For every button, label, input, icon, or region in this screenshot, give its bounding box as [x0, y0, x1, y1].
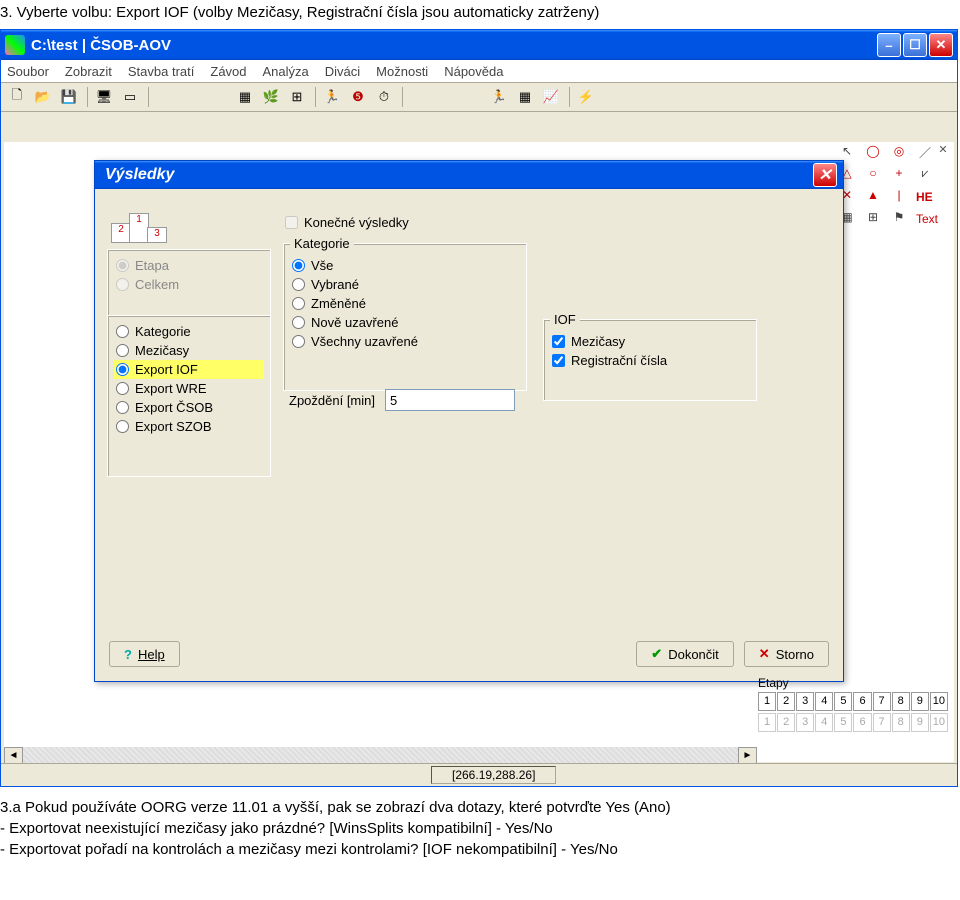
table-icon[interactable]: ⊞: [285, 85, 309, 109]
runner-icon[interactable]: 🏃: [320, 85, 344, 109]
menu-stavba-trati[interactable]: Stavba tratí: [128, 64, 194, 79]
radio-vsechny-uzavrene[interactable]: Všechny uzavřené: [290, 332, 520, 351]
etapy-label: Etapy: [758, 676, 948, 690]
window-title: C:\test | ČSOB-AOV: [31, 37, 877, 54]
win-close-button[interactable]: ✕: [929, 33, 953, 57]
open-icon[interactable]: 📂: [31, 85, 55, 109]
radio-celkem: Celkem: [114, 275, 264, 294]
etapy-panel: Etapy 12345678910 12345678910: [758, 676, 948, 732]
etapy-row-disabled: 12345678910: [758, 713, 948, 732]
instruction-top: 3. Vyberte volbu: Export IOF (volby Mezi…: [0, 4, 960, 21]
save-icon[interactable]: 💾: [57, 85, 81, 109]
line-tool-icon[interactable]: ／: [916, 144, 934, 162]
kategorie-group: Kategorie Vše Vybrané Změněné Nově uzavř…: [283, 243, 527, 391]
circle-outline-icon[interactable]: ◯: [864, 144, 882, 162]
tree-icon[interactable]: 🌿: [259, 85, 283, 109]
zpozdeni-label: Zpoždění [min]: [289, 393, 375, 408]
grid2-icon[interactable]: ▦: [513, 85, 537, 109]
radio-kategorie[interactable]: Kategorie: [114, 322, 264, 341]
menu-divaci[interactable]: Diváci: [325, 64, 360, 79]
triangle2-icon[interactable]: ▲: [864, 188, 882, 206]
radio-etapa: Etapa: [114, 256, 264, 275]
check-mezicasy[interactable]: Mezičasy: [550, 332, 750, 351]
check-reg-cisla[interactable]: Registrační čísla: [550, 351, 750, 370]
poly-tool-icon[interactable]: ⩗: [916, 166, 934, 184]
he-label: HE: [916, 190, 933, 204]
output-group: Kategorie Mezičasy Export IOF Export WRE…: [107, 315, 271, 477]
vysledky-dialog: Výsledky ✕ 213 Konečné výsledky Etapa Ce…: [94, 160, 844, 682]
grid-icon[interactable]: ▦: [233, 85, 257, 109]
maximize-button[interactable]: ☐: [903, 33, 927, 57]
radio-nove-uzavrene[interactable]: Nově uzavřené: [290, 313, 520, 332]
status-coords: [266.19,288.26]: [431, 766, 556, 784]
dokoncit-button[interactable]: ✔Dokončit: [636, 641, 733, 667]
iof-group: IOF Mezičasy Registrační čísla: [543, 319, 757, 401]
zpozdeni-row: Zpoždění [min]: [289, 389, 515, 411]
scope-group: Etapa Celkem: [107, 249, 271, 319]
app-icon: [5, 35, 25, 55]
titlebar: C:\test | ČSOB-AOV – ☐ ✕: [1, 30, 957, 60]
dialog-title: Výsledky: [105, 166, 174, 184]
dialog-titlebar: Výsledky ✕: [95, 161, 843, 189]
radio-mezicasy[interactable]: Mezičasy: [114, 341, 264, 360]
radio-export-wre[interactable]: Export WRE: [114, 379, 264, 398]
radio-export-iof[interactable]: Export IOF: [114, 360, 264, 379]
radio-vse[interactable]: Vše: [290, 256, 520, 275]
radio-zmenene[interactable]: Změněné: [290, 294, 520, 313]
bar-icon[interactable]: |: [890, 188, 908, 206]
statusbar: [266.19,288.26]: [1, 763, 957, 786]
menubar: Soubor Zobrazit Stavba tratí Závod Analý…: [1, 60, 957, 83]
etapy-row-active[interactable]: 12345678910: [758, 692, 948, 711]
toolbar-2: [1, 112, 957, 114]
storno-button[interactable]: ✕Storno: [744, 641, 829, 667]
radio-export-csob[interactable]: Export ČSOB: [114, 398, 264, 417]
right-tool-panel: ↖◯◎／ △○+⩗ ✕▲|HE ▦⊞⚑Text: [834, 142, 954, 230]
horizontal-scrollbar[interactable]: ◄ ►: [4, 747, 757, 764]
text-tool-label[interactable]: Text: [916, 212, 938, 226]
toolbar-1: 🗋 📂 💾 🖥 ▭ ▦ 🌿 ⊞ 🏃 ❺ ⏱ 🏃 ▦ 📈 ⚡: [1, 83, 957, 112]
numbers-icon[interactable]: ❺: [346, 85, 370, 109]
plus-icon[interactable]: +: [890, 166, 908, 184]
menu-zobrazit[interactable]: Zobrazit: [65, 64, 112, 79]
help-button[interactable]: ?Help: [109, 641, 180, 667]
kategorie-legend: Kategorie: [290, 236, 354, 251]
menu-analyza[interactable]: Analýza: [263, 64, 309, 79]
konecne-vysledky-checkbox[interactable]: Konečné výsledky: [283, 213, 409, 232]
blank-icon[interactable]: ▭: [118, 85, 142, 109]
flag-icon[interactable]: ⚑: [890, 210, 908, 228]
zpozdeni-input[interactable]: [385, 389, 515, 411]
app-window: C:\test | ČSOB-AOV – ☐ ✕ Soubor Zobrazit…: [0, 29, 958, 787]
circle2-icon[interactable]: ○: [864, 166, 882, 184]
menu-napoveda[interactable]: Nápověda: [444, 64, 503, 79]
radio-export-szob[interactable]: Export SZOB: [114, 417, 264, 436]
runner2-icon[interactable]: 🏃: [487, 85, 511, 109]
minimize-button[interactable]: –: [877, 33, 901, 57]
dialog-close-button[interactable]: ✕: [813, 163, 837, 187]
new-icon[interactable]: 🗋: [5, 85, 29, 109]
instruction-bottom: 3.a Pokud používáte OORG verze 11.01 a v…: [0, 797, 960, 860]
grid3-icon[interactable]: ⊞: [864, 210, 882, 228]
chart-icon[interactable]: 📈: [539, 85, 563, 109]
workspace: ✕ ↖◯◎／ △○+⩗ ✕▲|HE ▦⊞⚑Text vodníků p. % K…: [4, 142, 954, 762]
radio-vybrane[interactable]: Vybrané: [290, 275, 520, 294]
screen-icon[interactable]: 🖥: [92, 85, 116, 109]
clock-icon[interactable]: ⏱: [372, 85, 396, 109]
socket-icon[interactable]: ⚡: [574, 85, 598, 109]
iof-legend: IOF: [550, 312, 580, 327]
menu-moznosti[interactable]: Možnosti: [376, 64, 428, 79]
target-icon[interactable]: ◎: [890, 144, 908, 162]
menu-soubor[interactable]: Soubor: [7, 64, 49, 79]
podium-icon: 213: [111, 199, 165, 243]
menu-zavod[interactable]: Závod: [210, 64, 246, 79]
